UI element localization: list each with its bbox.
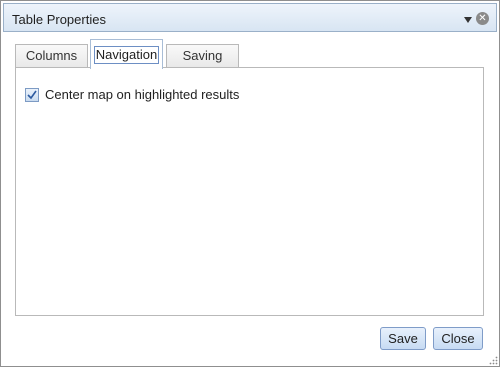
resize-grip-icon[interactable]: [489, 356, 498, 365]
table-properties-dialog: Table Properties ✕ Columns Navigation Sa…: [0, 0, 500, 367]
save-button[interactable]: Save: [380, 327, 426, 350]
chevron-down-icon[interactable]: [464, 17, 472, 23]
dialog-title: Table Properties: [12, 12, 106, 27]
center-map-label: Center map on highlighted results: [45, 87, 240, 102]
center-map-checkbox[interactable]: [25, 88, 39, 102]
tab-navigation[interactable]: Navigation: [90, 39, 163, 69]
tab-saving-label: Saving: [182, 48, 223, 63]
tab-saving[interactable]: Saving: [166, 44, 239, 67]
dialog-titlebar[interactable]: Table Properties ✕: [3, 3, 497, 32]
close-button[interactable]: Close: [433, 327, 483, 350]
tab-columns-label: Columns: [25, 48, 78, 63]
tab-navigation-label: Navigation: [93, 46, 160, 64]
navigation-panel: Center map on highlighted results: [15, 67, 484, 316]
tab-strip: Columns Navigation Saving: [15, 39, 485, 69]
tab-columns[interactable]: Columns: [15, 44, 88, 67]
close-icon[interactable]: ✕: [476, 12, 489, 25]
checkmark-icon: [27, 90, 37, 100]
